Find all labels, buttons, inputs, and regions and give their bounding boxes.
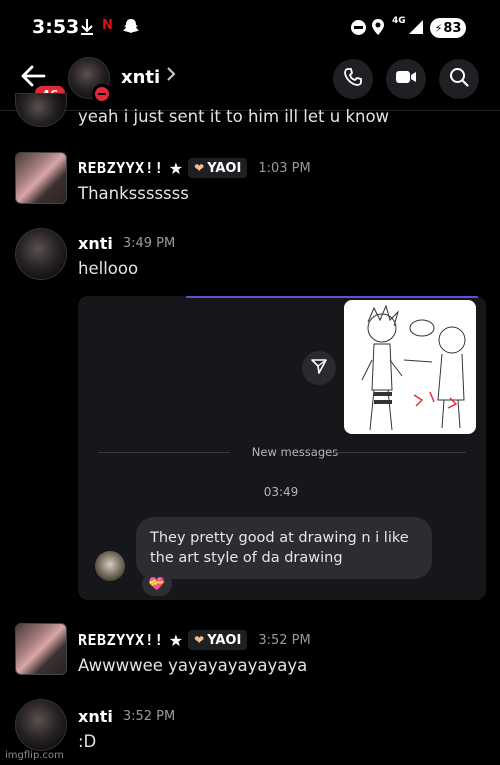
role-tag[interactable]: ❤ YAOI (188, 630, 248, 650)
message-header: xnti 3:49 PM (78, 234, 175, 253)
message-text: hellooo (78, 259, 139, 278)
snapchat-icon (122, 17, 140, 39)
share-button[interactable] (302, 351, 336, 385)
status-time: 3:53 (32, 16, 80, 38)
download-icon (80, 18, 94, 40)
embed-sender-avatar (95, 551, 125, 581)
battery-icon: ⚡ 83 (430, 18, 466, 38)
rebzyyx-avatar[interactable] (15, 623, 67, 675)
message-author[interactable]: xnti (78, 234, 113, 253)
chat-bubble: They pretty good at drawing n i like the… (136, 517, 432, 579)
new-messages-divider-right (334, 452, 466, 453)
netflix-icon: N (102, 18, 113, 33)
message-text: :D (78, 732, 97, 751)
drawing-image[interactable] (344, 300, 476, 434)
message-time: 3:49 PM (122, 236, 176, 251)
message-header: xnti 3:52 PM (78, 707, 175, 726)
dnd-icon (351, 20, 366, 35)
role-tag[interactable]: ❤ YAOI (188, 158, 248, 178)
message-text: yeah i just sent it to him ill let u kno… (78, 107, 390, 126)
embed-accent-line (186, 296, 478, 298)
phone-call-icon (343, 67, 363, 91)
embed-timestamp: 03:49 (263, 485, 299, 499)
xnti-avatar[interactable] (15, 699, 67, 751)
send-icon (310, 357, 328, 379)
search-icon (449, 67, 469, 91)
channel-name[interactable]: xnti (121, 67, 160, 88)
message-author[interactable]: REBZYYX!! (78, 631, 164, 649)
phone-call-button[interactable] (333, 59, 373, 99)
message-author[interactable]: REBZYYX!! (78, 159, 164, 177)
star-icon: ★ (168, 158, 184, 178)
star-icon: ★ (168, 630, 184, 650)
role-tag-label: YAOI (207, 632, 242, 648)
dnd-status-icon (92, 84, 112, 104)
network-label: 4G (392, 16, 406, 26)
watermark: imgflip.com (5, 750, 64, 761)
message-avatar[interactable] (15, 93, 67, 127)
message-time: 1:03 PM (258, 160, 311, 176)
message-author[interactable]: xnti (78, 707, 113, 726)
rebzyyx-avatar[interactable] (15, 152, 67, 204)
heart-icon: ❤ (194, 161, 205, 175)
message-header: REBZYYX!! ★ ❤ YAOI 1:03 PM (78, 158, 311, 178)
message-time: 3:52 PM (122, 709, 176, 724)
new-messages-divider-left (98, 452, 230, 453)
search-button[interactable] (439, 59, 479, 99)
battery-level: 83 (443, 20, 462, 36)
heart-icon: ❤ (194, 633, 205, 647)
video-call-button[interactable] (386, 59, 426, 99)
message-text: Thanksssssss (78, 184, 189, 203)
message-text: Awwwwee yayayayayayaya (78, 656, 308, 675)
video-call-icon (395, 69, 417, 89)
role-tag-label: YAOI (207, 160, 242, 176)
signal-icon (408, 19, 424, 39)
chevron-right-icon[interactable] (166, 66, 176, 87)
message-time: 3:52 PM (258, 632, 311, 648)
reaction-heart-icon[interactable]: 💝 (142, 572, 172, 596)
location-icon (371, 18, 385, 40)
xnti-avatar[interactable] (15, 228, 67, 280)
message-header: REBZYYX!! ★ ❤ YAOI 3:52 PM (78, 630, 311, 650)
